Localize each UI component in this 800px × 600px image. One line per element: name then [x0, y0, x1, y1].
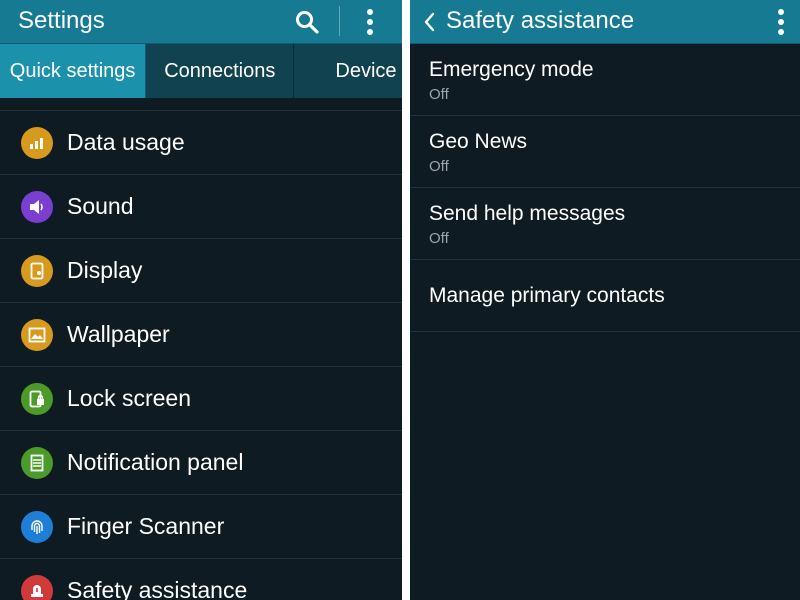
list-item-label: Wallpaper [67, 321, 170, 347]
list-item-label: Notification panel [67, 449, 244, 475]
list-item-sound[interactable]: Sound [0, 175, 402, 239]
safety-icon [21, 574, 53, 600]
safety-list: Emergency mode Off Geo News Off Send hel… [410, 44, 800, 332]
chevron-left-icon [424, 12, 435, 32]
list-item-status: Off [429, 86, 449, 103]
lock-screen-icon [21, 382, 53, 415]
list-item-label: Manage primary contacts [429, 283, 665, 307]
speaker-icon [21, 190, 53, 223]
back-button[interactable] [418, 0, 440, 44]
list-item-label: Display [67, 257, 143, 283]
list-item-label: Geo News [429, 130, 528, 153]
list-item-safety-assistance[interactable]: Safety assistance [0, 559, 402, 600]
list-item-finger-scanner[interactable]: Finger Scanner [0, 495, 402, 559]
notification-panel-icon [21, 446, 53, 479]
search-icon [296, 11, 319, 34]
list-item-label: Lock screen [67, 385, 192, 411]
tab-quick-settings[interactable]: Quick settings [0, 44, 147, 98]
search-button[interactable] [290, 0, 324, 44]
list-item-geo-news[interactable]: Geo News Off [410, 116, 800, 188]
bar-chart-icon [21, 126, 53, 159]
list-item-label: Send help messages [429, 202, 626, 225]
list-item-lock-screen[interactable]: Lock screen [0, 367, 402, 431]
safety-assistance-panel: Safety assistance Emergency mode Off Geo… [410, 0, 800, 600]
more-options-button[interactable] [356, 0, 384, 44]
list-item-send-help-messages[interactable]: Send help messages Off [410, 188, 800, 260]
list-item-display[interactable]: Display [0, 239, 402, 303]
list-item-status: Off [429, 230, 449, 247]
safety-appbar: Safety assistance [410, 0, 800, 44]
settings-appbar: Settings [0, 0, 402, 44]
image-icon [21, 318, 53, 351]
list-item-label: Sound [67, 193, 134, 219]
list-item-label: Data usage [67, 129, 185, 155]
list-item-label: Emergency mode [429, 58, 594, 81]
list-item-notification-panel[interactable]: Notification panel [0, 431, 402, 495]
list-item-data-usage[interactable]: Data usage [0, 111, 402, 175]
settings-tabs: Quick settings Connections Device [0, 44, 402, 98]
settings-title: Settings [18, 7, 105, 34]
appbar-divider [339, 6, 340, 36]
list-item-wallpaper[interactable]: Wallpaper [0, 303, 402, 367]
settings-panel: Settings Quick settings Connections Devi… [0, 0, 402, 600]
more-vert-icon [367, 9, 373, 35]
list-item-status: Off [429, 158, 449, 175]
display-icon [21, 254, 53, 287]
list-item-label: Safety assistance [67, 577, 248, 600]
list-item-manage-primary-contacts[interactable]: Manage primary contacts [410, 260, 800, 332]
tab-device[interactable]: Device [294, 44, 402, 98]
safety-title: Safety assistance [446, 7, 635, 34]
list-item-label: Finger Scanner [67, 513, 225, 539]
settings-list: Data usage Sound Display Wallpaper Lock … [0, 110, 402, 600]
fingerprint-icon [21, 510, 53, 543]
more-vert-icon [778, 9, 784, 35]
list-item-emergency-mode[interactable]: Emergency mode Off [410, 44, 800, 116]
more-options-button[interactable] [768, 0, 794, 44]
tab-connections[interactable]: Connections [146, 44, 295, 98]
